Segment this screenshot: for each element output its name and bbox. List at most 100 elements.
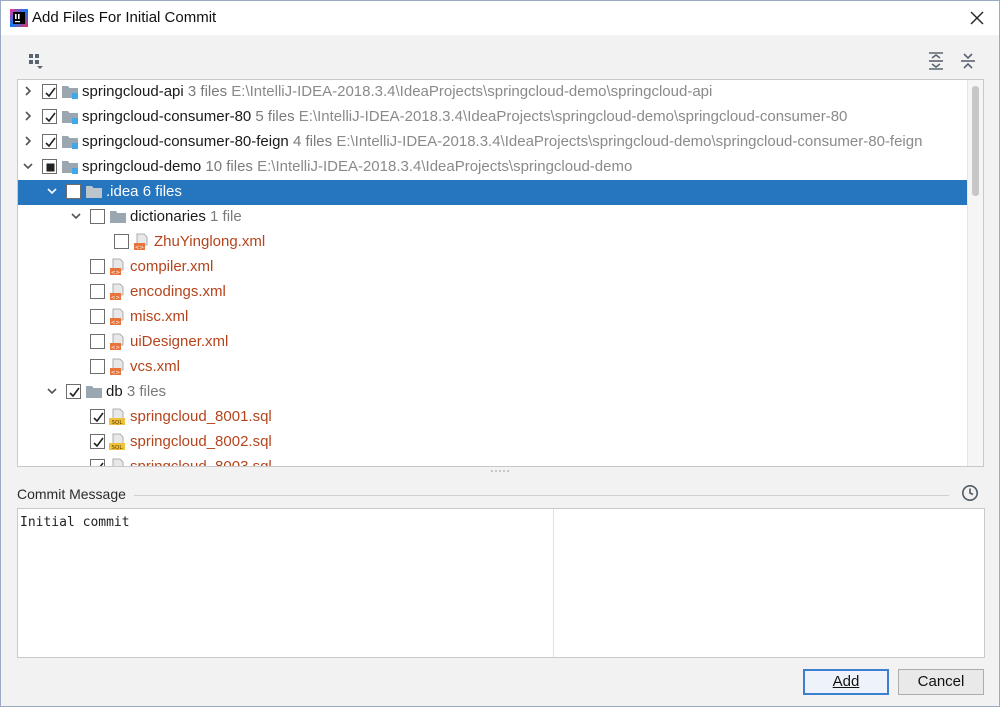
expand-all-icon xyxy=(929,52,943,70)
row-name: springcloud_8001.sql xyxy=(130,408,272,425)
chevron-right-icon[interactable] xyxy=(21,134,35,148)
add-button[interactable]: Add xyxy=(803,669,889,695)
intellij-app-icon xyxy=(10,9,28,27)
row-checkbox[interactable] xyxy=(90,359,105,374)
expand-all-button[interactable] xyxy=(927,52,949,74)
tree-row-file[interactable]: <> uiDesigner.xml xyxy=(18,330,983,355)
row-path: E:\IntelliJ-IDEA-2018.3.4\IdeaProjects\s… xyxy=(298,108,848,125)
svg-text:<>: <> xyxy=(111,295,121,301)
title-bar: Add Files For Initial Commit xyxy=(1,1,999,35)
svg-text:SQL: SQL xyxy=(112,420,124,426)
row-name: dictionaries xyxy=(130,208,206,225)
row-checkbox[interactable] xyxy=(90,309,105,324)
row-checkbox[interactable] xyxy=(90,459,105,466)
chevron-right-icon[interactable] xyxy=(21,84,35,98)
tree-row-module[interactable]: springcloud-consumer-80-feign 4 files E:… xyxy=(18,130,983,155)
chevron-down-icon[interactable] xyxy=(21,159,35,173)
tree-row-folder[interactable]: db 3 files xyxy=(18,380,983,405)
row-checkbox[interactable] xyxy=(90,434,105,449)
tree-row-module[interactable]: springcloud-demo 10 files E:\IntelliJ-ID… xyxy=(18,155,983,180)
svg-text:<>: <> xyxy=(111,345,121,351)
sql-file-icon: SQL xyxy=(109,433,125,451)
folder-icon xyxy=(86,186,102,198)
cancel-button-label: Cancel xyxy=(917,673,965,690)
close-icon xyxy=(970,11,984,25)
close-button[interactable] xyxy=(963,4,991,32)
row-checkbox[interactable] xyxy=(66,184,81,199)
row-checkbox[interactable] xyxy=(114,234,129,249)
svg-text:<>: <> xyxy=(111,320,121,326)
row-file-count: 3 files xyxy=(126,383,167,400)
commit-message-divider xyxy=(134,495,949,496)
chevron-down-icon[interactable] xyxy=(45,184,59,198)
tree-row-file[interactable]: <> vcs.xml xyxy=(18,355,983,380)
commit-message-text[interactable]: Initial commit xyxy=(20,515,130,530)
tree-row-file[interactable]: <> misc.xml xyxy=(18,305,983,330)
row-checkbox-partial[interactable] xyxy=(42,159,57,174)
tree-row-folder-selected[interactable]: .idea 6 files xyxy=(18,180,983,205)
row-path: E:\IntelliJ-IDEA-2018.3.4\IdeaProjects\s… xyxy=(257,158,633,175)
row-checkbox[interactable] xyxy=(90,334,105,349)
row-name: springcloud-api xyxy=(82,83,184,100)
splitter-handle[interactable] xyxy=(489,469,513,473)
row-path: E:\IntelliJ-IDEA-2018.3.4\IdeaProjects\s… xyxy=(336,133,923,150)
tree-row-file[interactable]: SQL springcloud_8002.sql xyxy=(18,430,983,455)
svg-text:<>: <> xyxy=(111,270,121,276)
tree-row-module[interactable]: springcloud-api 3 files E:\IntelliJ-IDEA… xyxy=(18,80,983,105)
row-name: springcloud-demo xyxy=(82,158,202,175)
cancel-button[interactable]: Cancel xyxy=(898,669,984,695)
row-checkbox[interactable] xyxy=(90,209,105,224)
row-name: .idea xyxy=(106,183,139,200)
collapse-all-button[interactable] xyxy=(959,52,981,74)
row-file-count: 4 files xyxy=(292,133,333,150)
row-file-count: 10 files xyxy=(205,158,253,175)
row-checkbox[interactable] xyxy=(90,259,105,274)
tree-row-module[interactable]: springcloud-consumer-80 5 files E:\Intel… xyxy=(18,105,983,130)
module-folder-icon xyxy=(62,136,78,149)
svg-text:SQL: SQL xyxy=(112,445,124,451)
scrollbar-thumb[interactable] xyxy=(972,86,979,196)
row-name: misc.xml xyxy=(130,308,189,325)
commit-message-input[interactable]: Initial commit xyxy=(17,508,985,658)
row-name: compiler.xml xyxy=(130,258,214,275)
row-checkbox[interactable] xyxy=(90,409,105,424)
chevron-right-icon[interactable] xyxy=(21,109,35,123)
xml-file-icon: <> xyxy=(110,333,124,351)
row-path: E:\IntelliJ-IDEA-2018.3.4\IdeaProjects\s… xyxy=(231,83,713,100)
chevron-down-icon[interactable] xyxy=(45,384,59,398)
xml-file-icon: <> xyxy=(110,308,124,326)
folder-icon xyxy=(110,211,126,223)
row-checkbox[interactable] xyxy=(42,134,57,149)
row-checkbox[interactable] xyxy=(90,284,105,299)
group-by-button[interactable] xyxy=(27,53,49,75)
tree-row-file[interactable]: <> ZhuYinglong.xml xyxy=(18,230,983,255)
row-checkbox[interactable] xyxy=(42,84,57,99)
tree-row-folder[interactable]: dictionaries 1 file xyxy=(18,205,983,230)
history-clock-icon[interactable] xyxy=(961,484,979,502)
chevron-down-icon[interactable] xyxy=(69,209,83,223)
module-folder-icon xyxy=(62,86,78,99)
row-name: uiDesigner.xml xyxy=(130,333,229,350)
changes-tree[interactable]: springcloud-api 3 files E:\IntelliJ-IDEA… xyxy=(17,79,984,467)
tree-toolbar xyxy=(1,35,999,77)
group-by-icon xyxy=(29,54,43,69)
row-file-count: 3 files xyxy=(187,83,228,100)
add-button-label: Add xyxy=(832,673,860,690)
tree-row-file[interactable]: <> compiler.xml xyxy=(18,255,983,280)
tree-row-file[interactable]: <> encodings.xml xyxy=(18,280,983,305)
row-name: springcloud_8003.sql xyxy=(130,458,272,467)
commit-message-label: Commit Message xyxy=(17,486,126,502)
row-name: springcloud-consumer-80 xyxy=(82,108,252,125)
row-name: vcs.xml xyxy=(130,358,180,375)
module-folder-icon xyxy=(62,161,78,174)
row-checkbox[interactable] xyxy=(42,109,57,124)
tree-row-file[interactable]: SQL springcloud_8003.sql xyxy=(18,455,983,467)
row-checkbox[interactable] xyxy=(66,384,81,399)
row-file-count: 6 files xyxy=(142,183,182,200)
xml-file-icon: <> xyxy=(110,283,124,301)
tree-scrollbar[interactable] xyxy=(967,80,983,466)
collapse-all-icon xyxy=(961,53,975,69)
tree-row-file[interactable]: SQL springcloud_8001.sql xyxy=(18,405,983,430)
row-file-count: 5 files xyxy=(255,108,295,125)
sql-file-icon: SQL xyxy=(112,458,124,466)
